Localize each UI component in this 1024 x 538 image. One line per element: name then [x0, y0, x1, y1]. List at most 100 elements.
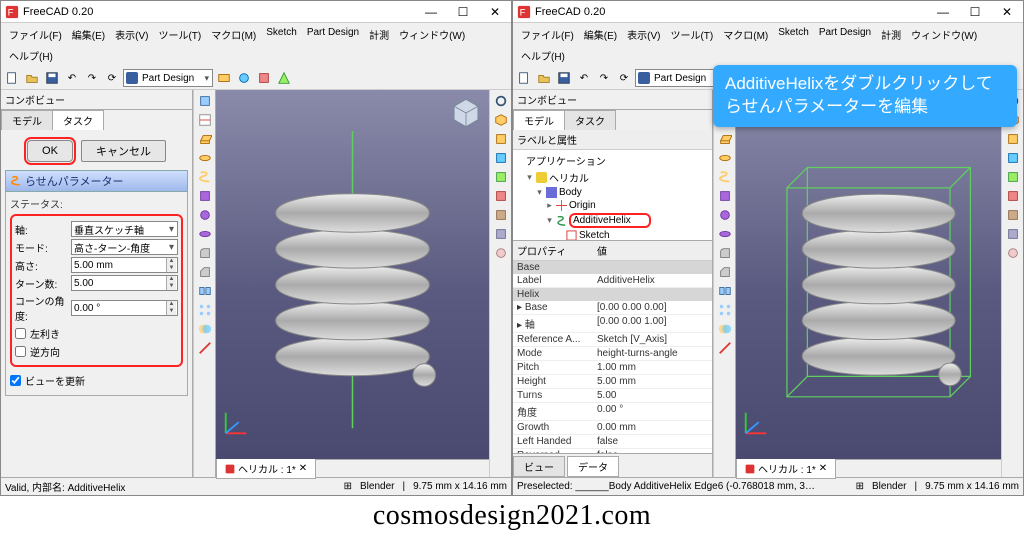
prop-height[interactable]: 5.00 mm	[593, 375, 712, 388]
view-extra-icon[interactable]	[492, 244, 510, 262]
view-iso-icon[interactable]	[492, 111, 510, 129]
3d-view[interactable]: ヘリカル : 1* ✕	[735, 90, 1001, 477]
pd-fillet-icon[interactable]	[716, 244, 734, 262]
pd-groove-icon[interactable]	[196, 225, 214, 243]
tb-extra-3[interactable]	[255, 69, 273, 87]
view-rear-icon[interactable]	[1004, 187, 1022, 205]
view-top-icon[interactable]	[492, 149, 510, 167]
reversed-checkbox[interactable]: 逆方向	[15, 344, 178, 359]
pd-revolve-icon[interactable]	[716, 149, 734, 167]
menu-windows[interactable]: ウィンドウ(W)	[395, 25, 469, 44]
pd-new-sketch-icon[interactable]	[196, 111, 214, 129]
prop-label[interactable]: AdditiveHelix	[593, 274, 712, 287]
menu-partdesign[interactable]: Part Design	[303, 25, 363, 44]
tb-extra-2[interactable]	[235, 69, 253, 87]
menu-help[interactable]: ヘルプ(H)	[517, 46, 569, 65]
tab-close-icon[interactable]: ✕	[819, 463, 827, 474]
menu-file[interactable]: ファイル(F)	[5, 25, 66, 44]
nav-style[interactable]: Blender	[872, 481, 906, 492]
new-doc-icon[interactable]	[515, 69, 533, 87]
updateview-checkbox[interactable]: ビューを更新	[10, 373, 183, 388]
prop-base[interactable]: [0.00 0.00 0.00]	[593, 301, 712, 314]
view-front-icon[interactable]	[1004, 130, 1022, 148]
close-button[interactable]: ✕	[479, 1, 511, 23]
cancel-button[interactable]: キャンセル	[81, 140, 166, 162]
tree-origin[interactable]: ▸Origin	[515, 199, 710, 212]
undo-icon[interactable]: ↶	[63, 69, 81, 87]
save-icon[interactable]	[43, 69, 61, 87]
prop-mode[interactable]: height-turns-angle	[593, 347, 712, 360]
refresh-icon[interactable]: ⟳	[103, 69, 121, 87]
pd-pattern-icon[interactable]	[196, 301, 214, 319]
close-button[interactable]: ✕	[991, 1, 1023, 23]
pd-chamfer-icon[interactable]	[196, 263, 214, 281]
property-grid[interactable]: プロパティ値 Base LabelAdditiveHelix Helix ▸ B…	[513, 240, 712, 453]
view-front-icon[interactable]	[492, 130, 510, 148]
nav-style-icon[interactable]: ⊞	[856, 481, 864, 492]
tree-additivehelix[interactable]: ▾ AdditiveHelix	[515, 212, 710, 229]
tab-model[interactable]: モデル	[1, 110, 53, 130]
refresh-icon[interactable]: ⟳	[615, 69, 633, 87]
tab-close-icon[interactable]: ✕	[299, 463, 307, 474]
document-tab[interactable]: ヘリカル : 1* ✕	[736, 458, 836, 479]
nav-style[interactable]: Blender	[360, 481, 394, 492]
pd-mirror-icon[interactable]	[716, 282, 734, 300]
pd-pocket-icon[interactable]	[716, 187, 734, 205]
view-fit-icon[interactable]	[492, 92, 510, 110]
menu-macro[interactable]: マクロ(M)	[719, 25, 772, 44]
tab-view[interactable]: ビュー	[513, 456, 565, 477]
view-right-icon[interactable]	[1004, 168, 1022, 186]
save-icon[interactable]	[555, 69, 573, 87]
prop-pitch[interactable]: 1.00 mm	[593, 361, 712, 374]
pd-pocket-icon[interactable]	[196, 187, 214, 205]
redo-icon[interactable]: ↷	[595, 69, 613, 87]
pd-measure-icon[interactable]	[716, 339, 734, 357]
menu-help[interactable]: ヘルプ(H)	[5, 46, 57, 65]
pd-hole-icon[interactable]	[196, 206, 214, 224]
tab-task[interactable]: タスク	[564, 110, 616, 130]
menu-edit[interactable]: 編集(E)	[68, 25, 109, 44]
axis-select[interactable]: 垂直スケッチ軸	[71, 221, 178, 237]
pd-groove-icon[interactable]	[716, 225, 734, 243]
tb-extra-4[interactable]	[275, 69, 293, 87]
tree-sketch[interactable]: Sketch	[515, 229, 710, 240]
pd-helix-icon[interactable]	[196, 168, 214, 186]
nav-style-icon[interactable]: ⊞	[344, 481, 352, 492]
height-input[interactable]: 5.00 mm▲▼	[71, 257, 178, 273]
pd-hole-icon[interactable]	[716, 206, 734, 224]
model-tree[interactable]: アプリケーション ▾ヘリカル ▾Body ▸Origin ▾ AdditiveH…	[513, 150, 712, 240]
helix-params-header[interactable]: らせんパラメーター	[5, 170, 188, 192]
nav-cube[interactable]	[449, 96, 483, 130]
lefthand-checkbox[interactable]: 左利き	[15, 326, 178, 341]
view-extra-icon[interactable]	[1004, 244, 1022, 262]
view-left-icon[interactable]	[1004, 225, 1022, 243]
tab-model[interactable]: モデル	[513, 110, 565, 130]
tab-task[interactable]: タスク	[52, 110, 104, 130]
ok-button[interactable]: OK	[27, 140, 73, 162]
prop-lefthanded[interactable]: false	[593, 435, 712, 448]
prop-turns[interactable]: 5.00	[593, 389, 712, 402]
mode-select[interactable]: 高さ-ターン-角度	[71, 239, 178, 255]
pd-pad-icon[interactable]	[196, 130, 214, 148]
open-icon[interactable]	[535, 69, 553, 87]
open-icon[interactable]	[23, 69, 41, 87]
menu-sketch[interactable]: Sketch	[774, 25, 813, 44]
view-left-icon[interactable]	[492, 225, 510, 243]
prop-growth[interactable]: 0.00 mm	[593, 421, 712, 434]
pd-pad-icon[interactable]	[716, 130, 734, 148]
menu-tool[interactable]: ツール(T)	[154, 25, 205, 44]
menu-macro[interactable]: マクロ(M)	[207, 25, 260, 44]
tree-document[interactable]: ▾ヘリカル	[515, 169, 710, 186]
pd-helix-icon[interactable]	[716, 168, 734, 186]
pd-boolean-icon[interactable]	[716, 320, 734, 338]
pd-chamfer-icon[interactable]	[716, 263, 734, 281]
redo-icon[interactable]: ↷	[83, 69, 101, 87]
menu-measure[interactable]: 計測	[877, 25, 905, 44]
pd-fillet-icon[interactable]	[196, 244, 214, 262]
minimize-button[interactable]: —	[415, 1, 447, 23]
view-rear-icon[interactable]	[492, 187, 510, 205]
pd-measure-icon[interactable]	[196, 339, 214, 357]
workbench-selector[interactable]: Part Design	[635, 69, 725, 87]
prop-angle[interactable]: 0.00 °	[593, 403, 712, 420]
menu-edit[interactable]: 編集(E)	[580, 25, 621, 44]
